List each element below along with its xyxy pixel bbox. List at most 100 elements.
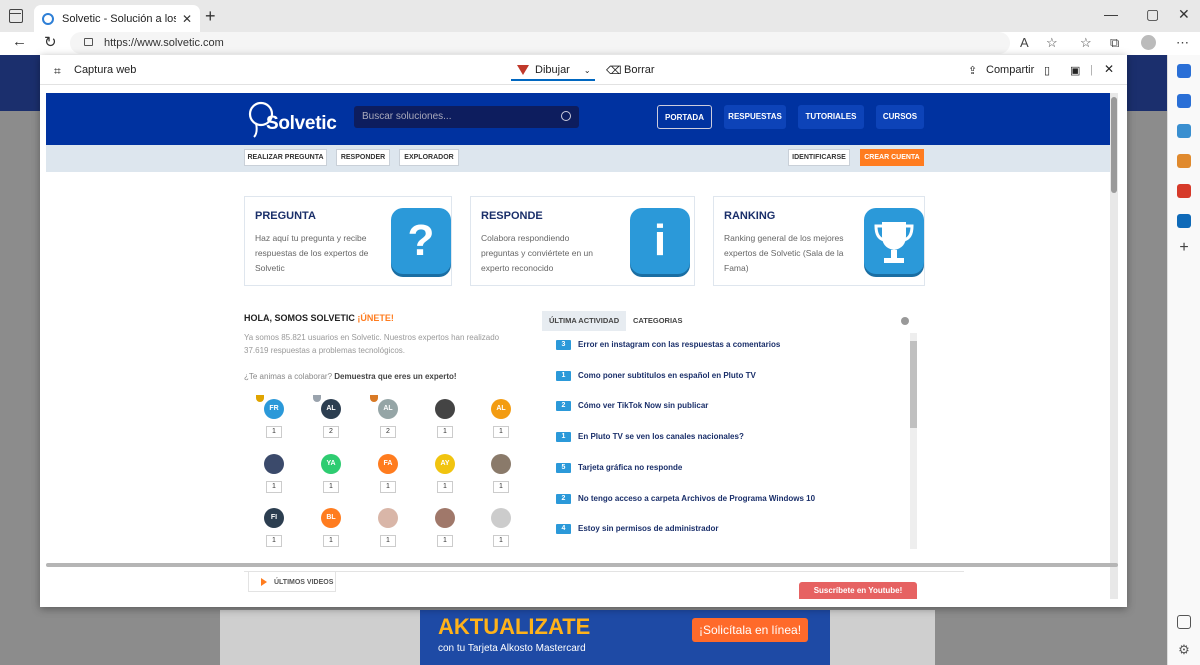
avatar: AL	[321, 399, 341, 419]
avatar	[435, 508, 455, 528]
save-icon[interactable]: ▣	[1070, 64, 1080, 77]
join-link[interactable]: ¡ÚNETE!	[357, 313, 394, 323]
solvetic-page: Solvetic Buscar soluciones... PORTADA RE…	[46, 93, 1110, 599]
capture-crop-icon: ⌗	[54, 64, 61, 78]
activity-scrollbar[interactable]	[910, 333, 917, 549]
share-button[interactable]: Compartir	[986, 64, 1034, 76]
capture-vertical-scrollbar[interactable]	[1110, 93, 1118, 599]
play-icon	[261, 578, 267, 586]
games-icon[interactable]	[1177, 154, 1191, 168]
maximize-icon[interactable]: ▢	[1146, 6, 1159, 23]
card-ranking[interactable]: RANKING Ranking general de los mejores e…	[713, 196, 925, 286]
copy-icon[interactable]: ▯	[1044, 64, 1050, 77]
site-search-input[interactable]: Buscar soluciones...	[354, 106, 579, 128]
ad-cta-button[interactable]: ¡Solicítala en línea!	[692, 618, 808, 642]
card-title: RESPONDE	[481, 210, 543, 222]
activity-item[interactable]: 1 Como poner subtitulos en español en Plu…	[556, 370, 756, 385]
site-logo[interactable]: Solvetic	[244, 99, 339, 141]
search-icon[interactable]	[1177, 64, 1191, 78]
shopping-icon[interactable]	[1177, 94, 1191, 108]
close-tab-icon[interactable]: ✕	[182, 12, 192, 26]
share-icon[interactable]: ⇪	[968, 64, 977, 77]
tab-actions-icon[interactable]	[9, 9, 23, 23]
hola-question: ¿Te animas a colaborar? Demuestra que er…	[244, 372, 457, 381]
back-icon[interactable]: ←	[12, 33, 27, 50]
url-text: https://www.solvetic.com	[104, 37, 224, 49]
read-aloud-icon[interactable]: A	[1020, 35, 1029, 50]
tools-icon[interactable]	[1177, 124, 1191, 138]
activity-item[interactable]: 1 En Pluto TV se ven los canales nacional…	[556, 432, 744, 446]
refresh-icon[interactable]: ↻	[44, 33, 57, 51]
close-window-icon[interactable]: ✕	[1178, 6, 1190, 23]
nav-respuestas[interactable]: RESPUESTAS	[724, 105, 786, 129]
card-pregunta[interactable]: PREGUNTA Haz aquí tu pregunta y recibe r…	[244, 196, 452, 286]
activity-item[interactable]: 2 Cómo ver TikTok Now sin publicar	[556, 401, 708, 415]
profile-avatar-icon[interactable]	[1141, 35, 1156, 50]
activity-title: No tengo acceso a carpeta Archivos de Pr…	[578, 493, 816, 503]
user-count: 1	[493, 481, 509, 493]
trophy-icon	[256, 395, 264, 402]
ask-question-button[interactable]: REALIZAR PREGUNTA	[244, 149, 327, 166]
hola-title: HOLA, SOMOS SOLVETIC ¡ÚNETE!	[244, 313, 394, 323]
ad-title: AKTUALIZATE	[438, 614, 591, 639]
site-subbar: REALIZAR PREGUNTA RESPONDER EXPLORADOR I…	[46, 145, 1110, 172]
nav-portada[interactable]: PORTADA	[657, 105, 712, 129]
add-icon[interactable]: +	[1177, 240, 1191, 256]
settings-gear-icon[interactable]	[901, 317, 909, 325]
login-button[interactable]: IDENTIFICARSE	[788, 149, 850, 166]
card-description: Haz aquí tu pregunta y recibe respuestas…	[255, 233, 369, 273]
favorite-star-icon[interactable]: ☆	[1046, 35, 1058, 51]
explorer-button[interactable]: EXPLORADOR	[399, 149, 459, 166]
card-description: Colabora respondiendo preguntas y convié…	[481, 233, 593, 273]
videos-tab[interactable]: ÚLTIMOS VIDEOS	[248, 572, 336, 592]
new-tab-icon[interactable]: +	[205, 6, 216, 27]
user-count: 2	[323, 426, 339, 438]
user-count: 1	[323, 481, 339, 493]
eraser-icon[interactable]: ⌫	[606, 64, 622, 77]
activity-item[interactable]: 2 No tengo acceso a carpeta Archivos de P…	[556, 493, 816, 508]
minimize-icon[interactable]: —	[1104, 6, 1118, 22]
user-count: 1	[493, 426, 509, 438]
favicon-icon	[42, 12, 54, 25]
office-icon[interactable]	[1177, 184, 1191, 198]
activity-item[interactable]: 3 Error en instagram con las respuestas a…	[556, 340, 780, 354]
favorites-icon[interactable]: ☆	[1080, 35, 1092, 51]
tab-title: Solvetic - Solución a los problem	[62, 12, 176, 25]
activity-title: En Pluto TV se ven los canales nacionale…	[578, 432, 744, 442]
draw-button[interactable]: Dibujar ⌄	[511, 59, 595, 81]
answer-button[interactable]: RESPONDER	[336, 149, 390, 166]
card-responde[interactable]: RESPONDE Colabora respondiendo preguntas…	[470, 196, 695, 286]
nav-tutoriales[interactable]: TUTORIALES	[798, 105, 864, 129]
chevron-down-icon[interactable]: ⌄	[584, 66, 591, 75]
user-count: 1	[380, 535, 396, 547]
tab-ultima-actividad[interactable]: ÚLTIMA ACTIVIDAD	[542, 311, 627, 331]
answer-count-badge: 1	[556, 432, 571, 443]
activity-title: Tarjeta gráfica no responde	[578, 462, 683, 472]
expert-link[interactable]: Demuestra que eres un experto!	[334, 372, 456, 381]
settings-gear-icon[interactable]: ⚙	[1177, 643, 1191, 657]
signup-button[interactable]: CREAR CUENTA	[860, 149, 924, 166]
youtube-subscribe-button[interactable]: Suscríbete en Youtube!	[799, 582, 917, 599]
capture-horizontal-scrollbar[interactable]	[40, 561, 1127, 569]
more-menu-icon[interactable]: ⋯	[1176, 35, 1189, 51]
site-header: Solvetic Buscar soluciones... PORTADA RE…	[46, 93, 1110, 145]
collections-icon[interactable]: ⧉	[1110, 35, 1119, 51]
close-capture-icon[interactable]: ✕	[1104, 62, 1114, 76]
user-count: 1	[437, 426, 453, 438]
ad-banner[interactable]: AKTUALIZATE con tu Tarjeta Alkosto Maste…	[420, 610, 830, 665]
user-count: 2	[380, 426, 396, 438]
sidebar-layout-icon[interactable]	[1177, 615, 1191, 629]
user-count: 1	[323, 535, 339, 547]
search-icon[interactable]	[561, 111, 571, 121]
activity-item[interactable]: 4 Estoy sin permisos de administrador	[556, 524, 718, 538]
activity-item[interactable]: 5 Tarjeta gráfica no responde	[556, 462, 683, 477]
lock-icon[interactable]	[84, 38, 93, 46]
outlook-icon[interactable]	[1177, 214, 1191, 228]
active-tab[interactable]: Solvetic - Solución a los problem ✕	[34, 5, 200, 32]
tab-categorias[interactable]: CATEGORIAS	[626, 311, 689, 331]
nav-cursos[interactable]: CURSOS	[876, 105, 924, 129]
erase-button[interactable]: Borrar	[624, 64, 655, 76]
avatar: FR	[264, 399, 284, 419]
avatar: BL	[321, 508, 341, 528]
address-bar[interactable]: https://www.solvetic.com	[70, 32, 1010, 54]
